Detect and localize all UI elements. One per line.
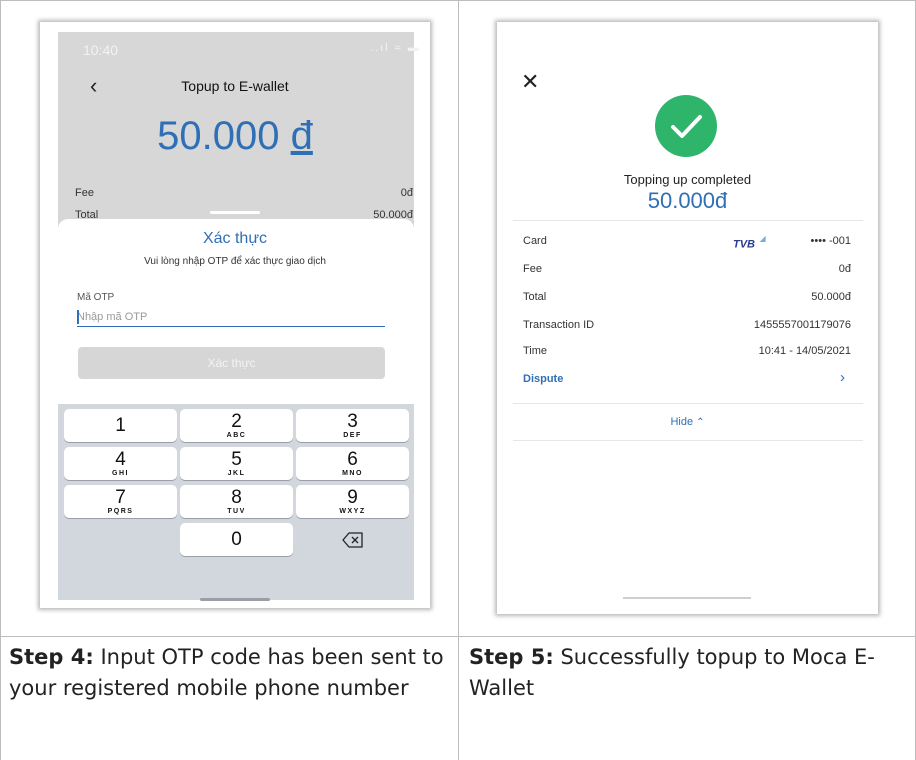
amount-value: 50.000 xyxy=(157,114,280,158)
key-8[interactable]: 8 TUV xyxy=(180,485,293,518)
key-2[interactable]: 2 ABC xyxy=(180,409,293,442)
card-value: •••• -001 xyxy=(810,235,851,247)
table-border-middle xyxy=(458,0,459,760)
fee-label: Fee xyxy=(523,263,542,275)
key-digit: 4 xyxy=(115,449,126,470)
transaction-id-value: 1455557001179076 xyxy=(753,319,851,331)
verify-button[interactable]: Xác thực xyxy=(78,347,385,379)
step4-label: Step 4: xyxy=(9,645,94,669)
topup-amount: 50.000 đ xyxy=(40,114,430,159)
topup-success-screen: ✕ Topping up completed 50.000đ Card TVB … xyxy=(497,22,878,614)
home-indicator xyxy=(623,597,751,599)
hide-details-button[interactable]: Hide ⌃ xyxy=(497,416,878,428)
divider xyxy=(513,440,863,441)
backspace-key[interactable] xyxy=(296,523,409,556)
key-letters: ABC xyxy=(226,432,247,439)
key-digit: 7 xyxy=(115,487,126,508)
time-value: 10:41 - 14/05/2021 xyxy=(758,345,851,357)
divider xyxy=(513,403,863,404)
hide-label: Hide xyxy=(670,416,694,428)
key-digit: 1 xyxy=(115,415,126,436)
total-value: 50.000đ xyxy=(811,291,851,303)
otp-input[interactable] xyxy=(77,308,385,327)
numeric-keypad: 1 2 ABC 3 DEF 4 GHI 5 JKL 6 MNO 7 PQRS 8… xyxy=(58,404,414,600)
fee-value: 0đ xyxy=(838,263,851,275)
fee-value: 0đ xyxy=(400,187,413,199)
total-label: Total xyxy=(523,291,547,303)
time-label: Time xyxy=(523,345,548,357)
key-9[interactable]: 9 WXYZ xyxy=(296,485,409,518)
key-4[interactable]: 4 GHI xyxy=(64,447,177,480)
completed-message: Topping up completed xyxy=(623,172,752,187)
table-border-left xyxy=(0,0,1,760)
step5-label: Step 5: xyxy=(469,645,554,669)
completed-amount: 50.000đ xyxy=(647,188,728,213)
sheet-title: Xác thực xyxy=(202,230,268,247)
sheet-subtitle: Vui lòng nhập OTP để xác thực giao dịch xyxy=(144,256,326,267)
key-digit: 9 xyxy=(347,487,358,508)
key-digit: 3 xyxy=(347,411,358,432)
key-6[interactable]: 6 MNO xyxy=(296,447,409,480)
home-indicator xyxy=(200,598,270,601)
key-letters: WXYZ xyxy=(339,508,366,515)
otp-screen: 10:40 ..ıl ≈ ▬ ‹ Topup to E-wallet 50.00… xyxy=(40,22,430,608)
key-0[interactable]: 0 xyxy=(180,523,293,556)
fee-label: Fee xyxy=(75,187,94,199)
key-1[interactable]: 1 xyxy=(64,409,177,442)
key-letters: DEF xyxy=(343,432,362,439)
key-digit: 5 xyxy=(231,449,242,470)
key-7[interactable]: 7 PQRS xyxy=(64,485,177,518)
card-label: Card xyxy=(523,235,547,247)
key-letters: JKL xyxy=(227,470,246,477)
status-time: 10:40 xyxy=(83,42,119,58)
table-border-row xyxy=(0,636,916,637)
currency-symbol: đ xyxy=(290,114,313,158)
key-digit: 8 xyxy=(231,487,242,508)
otp-field-label: Mã OTP xyxy=(77,292,115,303)
nav-title: Topup to E-wallet xyxy=(181,78,289,94)
key-letters: TUV xyxy=(227,508,246,515)
key-letters: PQRS xyxy=(107,508,134,515)
chevron-up-icon: ⌃ xyxy=(696,417,705,428)
success-check-icon xyxy=(655,95,717,157)
key-digit: 2 xyxy=(231,411,242,432)
divider xyxy=(513,220,863,221)
key-letters: MNO xyxy=(342,470,363,477)
key-3[interactable]: 3 DEF xyxy=(296,409,409,442)
close-icon[interactable]: ✕ xyxy=(521,69,539,95)
backspace-icon xyxy=(341,532,363,548)
text-caret xyxy=(77,310,79,324)
key-5[interactable]: 5 JKL xyxy=(180,447,293,480)
key-digit: 6 xyxy=(347,449,358,470)
dispute-link[interactable]: Dispute xyxy=(523,373,563,385)
key-letters: GHI xyxy=(112,470,129,477)
chevron-right-icon[interactable]: › xyxy=(840,369,845,386)
transaction-id-label: Transaction ID xyxy=(523,319,595,331)
step5-caption: Step 5: Successfully topup to Moca E-Wal… xyxy=(469,642,909,704)
key-digit: 0 xyxy=(231,529,242,550)
status-icons: ..ıl ≈ ▬ xyxy=(370,42,421,54)
step4-caption: Step 4: Input OTP code has been sent to … xyxy=(9,642,454,704)
sheet-drag-handle[interactable] xyxy=(210,211,260,214)
